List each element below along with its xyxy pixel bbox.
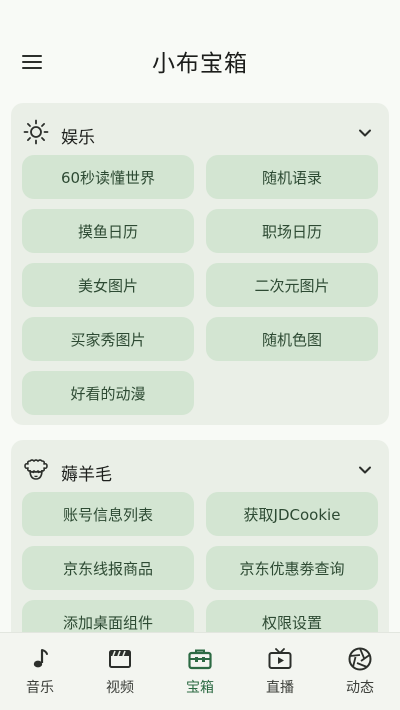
aperture-icon — [346, 645, 374, 673]
music-note-icon — [26, 645, 54, 673]
item-button-random-quote[interactable]: 随机语录 — [206, 155, 378, 199]
item-button-add-widget[interactable]: 添加桌面组件 — [22, 600, 194, 632]
item-button-good-anime[interactable]: 好看的动漫 — [22, 371, 194, 415]
chevron-down-icon[interactable] — [357, 125, 373, 141]
tv-icon — [266, 645, 294, 673]
item-button-buyer-show-pictures[interactable]: 买家秀图片 — [22, 317, 194, 361]
nav-label: 音乐 — [26, 680, 54, 696]
nav-item-toolbox[interactable]: 宝箱 — [160, 633, 240, 710]
nav-item-moments[interactable]: 动态 — [320, 633, 400, 710]
sun-icon — [23, 119, 49, 145]
section-card-entertainment: 娱乐 60秒读懂世界 随机语录 摸鱼日历 职场日历 美女图片 二次元图片 买家秀… — [11, 103, 389, 425]
item-button-slack-calendar[interactable]: 摸鱼日历 — [22, 209, 194, 253]
item-button-60s-news[interactable]: 60秒读懂世界 — [22, 155, 194, 199]
section-title: 娱乐 — [61, 128, 95, 148]
section-header-entertainment[interactable]: 娱乐 — [11, 103, 389, 155]
clapperboard-icon — [106, 645, 134, 673]
item-button-jd-coupon-query[interactable]: 京东优惠劵查询 — [206, 546, 378, 590]
nav-label: 宝箱 — [186, 680, 214, 696]
sheep-icon — [23, 456, 49, 482]
item-button-jd-deal-products[interactable]: 京东线报商品 — [22, 546, 194, 590]
main-content[interactable]: 娱乐 60秒读懂世界 随机语录 摸鱼日历 职场日历 美女图片 二次元图片 买家秀… — [0, 96, 400, 632]
bottom-navigation: 音乐 视频 宝箱 直播 动态 — [0, 632, 400, 710]
nav-label: 直播 — [266, 680, 294, 696]
nav-label: 视频 — [106, 680, 134, 696]
nav-label: 动态 — [346, 680, 374, 696]
section-header-deals[interactable]: 薅羊毛 — [11, 440, 389, 492]
nav-item-music[interactable]: 音乐 — [0, 633, 80, 710]
chevron-down-icon[interactable] — [357, 462, 373, 478]
item-button-anime-pictures[interactable]: 二次元图片 — [206, 263, 378, 307]
item-button-work-calendar[interactable]: 职场日历 — [206, 209, 378, 253]
section-title: 薅羊毛 — [61, 465, 112, 485]
item-button-permission-settings[interactable]: 权限设置 — [206, 600, 378, 632]
toolbox-icon — [186, 645, 214, 673]
item-button-beauty-pictures[interactable]: 美女图片 — [22, 263, 194, 307]
section-card-deals: 薅羊毛 账号信息列表 获取JDCookie 京东线报商品 京东优惠劵查询 添加桌… — [11, 440, 389, 632]
page-title: 小布宝箱 — [152, 51, 248, 77]
item-button-get-jdcookie[interactable]: 获取JDCookie — [206, 492, 378, 536]
item-button-account-list[interactable]: 账号信息列表 — [22, 492, 194, 536]
nav-item-live[interactable]: 直播 — [240, 633, 320, 710]
nav-item-video[interactable]: 视频 — [80, 633, 160, 710]
item-button-random-color-pictures[interactable]: 随机色图 — [206, 317, 378, 361]
top-app-bar: 小布宝箱 — [0, 0, 400, 96]
